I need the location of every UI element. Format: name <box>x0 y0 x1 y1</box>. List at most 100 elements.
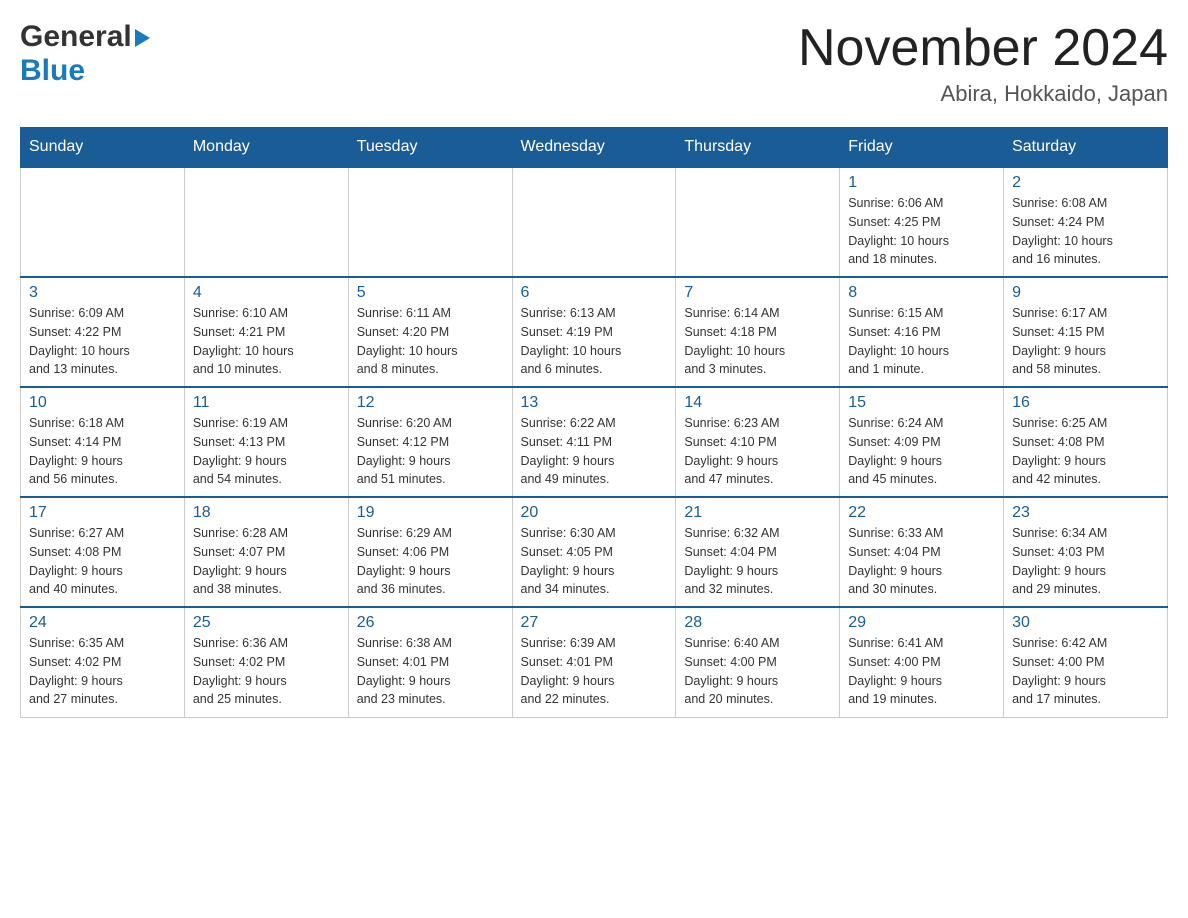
calendar-cell <box>348 167 512 277</box>
day-of-week-header: Tuesday <box>348 128 512 168</box>
calendar-cell: 29 Sunrise: 6:41 AMSunset: 4:00 PMDayligh… <box>840 607 1004 717</box>
day-info: Sunrise: 6:11 AMSunset: 4:20 PMDaylight:… <box>357 304 504 379</box>
day-number: 20 <box>521 504 668 522</box>
day-number: 4 <box>193 284 340 302</box>
day-number: 14 <box>684 394 831 412</box>
day-number: 22 <box>848 504 995 522</box>
calendar-cell: 5Sunrise: 6:11 AMSunset: 4:20 PMDaylight… <box>348 277 512 387</box>
day-info: Sunrise: 6:27 AMSunset: 4:08 PMDaylight:… <box>29 524 176 599</box>
day-number: 15 <box>848 394 995 412</box>
day-info: Sunrise: 6:28 AMSunset: 4:07 PMDaylight:… <box>193 524 340 599</box>
day-info: Sunrise: 6:29 AMSunset: 4:06 PMDaylight:… <box>357 524 504 599</box>
calendar-cell: 10Sunrise: 6:18 AMSunset: 4:14 PMDayligh… <box>21 387 185 497</box>
calendar-week-row: 1 Sunrise: 6:06 AMSunset: 4:25 PMDaylight… <box>21 167 1168 277</box>
calendar-cell <box>512 167 676 277</box>
calendar-table: SundayMondayTuesdayWednesdayThursdayFrid… <box>20 127 1168 718</box>
day-number: 7 <box>684 284 831 302</box>
logo-blue-text: Blue <box>20 54 85 87</box>
day-number: 19 <box>357 504 504 522</box>
day-info: Sunrise: 6:36 AMSunset: 4:02 PMDaylight:… <box>193 634 340 709</box>
day-of-week-header: Thursday <box>676 128 840 168</box>
calendar-cell: 11Sunrise: 6:19 AMSunset: 4:13 PMDayligh… <box>184 387 348 497</box>
day-info: Sunrise: 6:39 AMSunset: 4:01 PMDaylight:… <box>521 634 668 709</box>
day-info: Sunrise: 6:08 AMSunset: 4:24 PMDaylight:… <box>1012 194 1159 269</box>
calendar-cell: 20 Sunrise: 6:30 AMSunset: 4:05 PMDayligh… <box>512 497 676 607</box>
calendar-week-row: 10Sunrise: 6:18 AMSunset: 4:14 PMDayligh… <box>21 387 1168 497</box>
calendar-cell: 3Sunrise: 6:09 AMSunset: 4:22 PMDaylight… <box>21 277 185 387</box>
logo-chevron-icon <box>135 29 150 47</box>
calendar-cell: 12 Sunrise: 6:20 AMSunset: 4:12 PMDayligh… <box>348 387 512 497</box>
day-info: Sunrise: 6:20 AMSunset: 4:12 PMDaylight:… <box>357 414 504 489</box>
calendar-cell: 6 Sunrise: 6:13 AMSunset: 4:19 PMDaylight… <box>512 277 676 387</box>
calendar-cell: 28 Sunrise: 6:40 AMSunset: 4:00 PMDayligh… <box>676 607 840 717</box>
calendar-cell: 22Sunrise: 6:33 AMSunset: 4:04 PMDayligh… <box>840 497 1004 607</box>
calendar-cell: 27 Sunrise: 6:39 AMSunset: 4:01 PMDayligh… <box>512 607 676 717</box>
page-header: General Blue November 2024 Abira, Hokkai… <box>20 20 1168 107</box>
calendar-cell: 26Sunrise: 6:38 AMSunset: 4:01 PMDayligh… <box>348 607 512 717</box>
day-info: Sunrise: 6:25 AMSunset: 4:08 PMDaylight:… <box>1012 414 1159 489</box>
calendar-cell: 14Sunrise: 6:23 AMSunset: 4:10 PMDayligh… <box>676 387 840 497</box>
day-number: 27 <box>521 614 668 632</box>
day-info: Sunrise: 6:17 AMSunset: 4:15 PMDaylight:… <box>1012 304 1159 379</box>
calendar-cell: 2Sunrise: 6:08 AMSunset: 4:24 PMDaylight… <box>1004 167 1168 277</box>
calendar-cell: 18 Sunrise: 6:28 AMSunset: 4:07 PMDayligh… <box>184 497 348 607</box>
day-info: Sunrise: 6:14 AMSunset: 4:18 PMDaylight:… <box>684 304 831 379</box>
day-info: Sunrise: 6:38 AMSunset: 4:01 PMDaylight:… <box>357 634 504 709</box>
calendar-week-row: 3Sunrise: 6:09 AMSunset: 4:22 PMDaylight… <box>21 277 1168 387</box>
day-number: 21 <box>684 504 831 522</box>
day-info: Sunrise: 6:40 AMSunset: 4:00 PMDaylight:… <box>684 634 831 709</box>
day-info: Sunrise: 6:41 AMSunset: 4:00 PMDaylight:… <box>848 634 995 709</box>
calendar-title-section: November 2024 Abira, Hokkaido, Japan <box>798 20 1168 107</box>
day-number: 18 <box>193 504 340 522</box>
calendar-subtitle: Abira, Hokkaido, Japan <box>798 81 1168 107</box>
day-of-week-header: Wednesday <box>512 128 676 168</box>
calendar-cell: 30 Sunrise: 6:42 AMSunset: 4:00 PMDayligh… <box>1004 607 1168 717</box>
day-number: 16 <box>1012 394 1159 412</box>
day-number: 28 <box>684 614 831 632</box>
day-info: Sunrise: 6:19 AMSunset: 4:13 PMDaylight:… <box>193 414 340 489</box>
calendar-cell: 17 Sunrise: 6:27 AMSunset: 4:08 PMDayligh… <box>21 497 185 607</box>
calendar-week-row: 24 Sunrise: 6:35 AMSunset: 4:02 PMDayligh… <box>21 607 1168 717</box>
day-info: Sunrise: 6:30 AMSunset: 4:05 PMDaylight:… <box>521 524 668 599</box>
day-info: Sunrise: 6:34 AMSunset: 4:03 PMDaylight:… <box>1012 524 1159 599</box>
calendar-cell: 23 Sunrise: 6:34 AMSunset: 4:03 PMDayligh… <box>1004 497 1168 607</box>
day-info: Sunrise: 6:18 AMSunset: 4:14 PMDaylight:… <box>29 414 176 489</box>
calendar-cell: 15 Sunrise: 6:24 AMSunset: 4:09 PMDayligh… <box>840 387 1004 497</box>
day-number: 6 <box>521 284 668 302</box>
calendar-cell: 24 Sunrise: 6:35 AMSunset: 4:02 PMDayligh… <box>21 607 185 717</box>
day-number: 12 <box>357 394 504 412</box>
day-of-week-header: Sunday <box>21 128 185 168</box>
day-info: Sunrise: 6:24 AMSunset: 4:09 PMDaylight:… <box>848 414 995 489</box>
day-number: 25 <box>193 614 340 632</box>
day-number: 29 <box>848 614 995 632</box>
day-info: Sunrise: 6:42 AMSunset: 4:00 PMDaylight:… <box>1012 634 1159 709</box>
day-info: Sunrise: 6:15 AMSunset: 4:16 PMDaylight:… <box>848 304 995 379</box>
calendar-cell <box>21 167 185 277</box>
day-number: 1 <box>848 174 995 192</box>
day-info: Sunrise: 6:06 AMSunset: 4:25 PMDaylight:… <box>848 194 995 269</box>
calendar-cell: 9Sunrise: 6:17 AMSunset: 4:15 PMDaylight… <box>1004 277 1168 387</box>
calendar-cell <box>184 167 348 277</box>
day-info: Sunrise: 6:10 AMSunset: 4:21 PMDaylight:… <box>193 304 340 379</box>
day-of-week-header: Monday <box>184 128 348 168</box>
calendar-cell: 7 Sunrise: 6:14 AMSunset: 4:18 PMDaylight… <box>676 277 840 387</box>
calendar-header-row: SundayMondayTuesdayWednesdayThursdayFrid… <box>21 128 1168 168</box>
calendar-cell: 16 Sunrise: 6:25 AMSunset: 4:08 PMDayligh… <box>1004 387 1168 497</box>
day-number: 17 <box>29 504 176 522</box>
calendar-cell: 19 Sunrise: 6:29 AMSunset: 4:06 PMDayligh… <box>348 497 512 607</box>
day-number: 24 <box>29 614 176 632</box>
calendar-cell: 8 Sunrise: 6:15 AMSunset: 4:16 PMDaylight… <box>840 277 1004 387</box>
day-number: 23 <box>1012 504 1159 522</box>
day-info: Sunrise: 6:35 AMSunset: 4:02 PMDaylight:… <box>29 634 176 709</box>
day-number: 8 <box>848 284 995 302</box>
calendar-title: November 2024 <box>798 20 1168 77</box>
day-number: 13 <box>521 394 668 412</box>
logo-general-text: General <box>20 20 132 54</box>
day-info: Sunrise: 6:13 AMSunset: 4:19 PMDaylight:… <box>521 304 668 379</box>
calendar-cell: 13Sunrise: 6:22 AMSunset: 4:11 PMDayligh… <box>512 387 676 497</box>
day-info: Sunrise: 6:09 AMSunset: 4:22 PMDaylight:… <box>29 304 176 379</box>
day-number: 30 <box>1012 614 1159 632</box>
day-info: Sunrise: 6:32 AMSunset: 4:04 PMDaylight:… <box>684 524 831 599</box>
calendar-cell <box>676 167 840 277</box>
logo: General Blue <box>20 20 150 88</box>
